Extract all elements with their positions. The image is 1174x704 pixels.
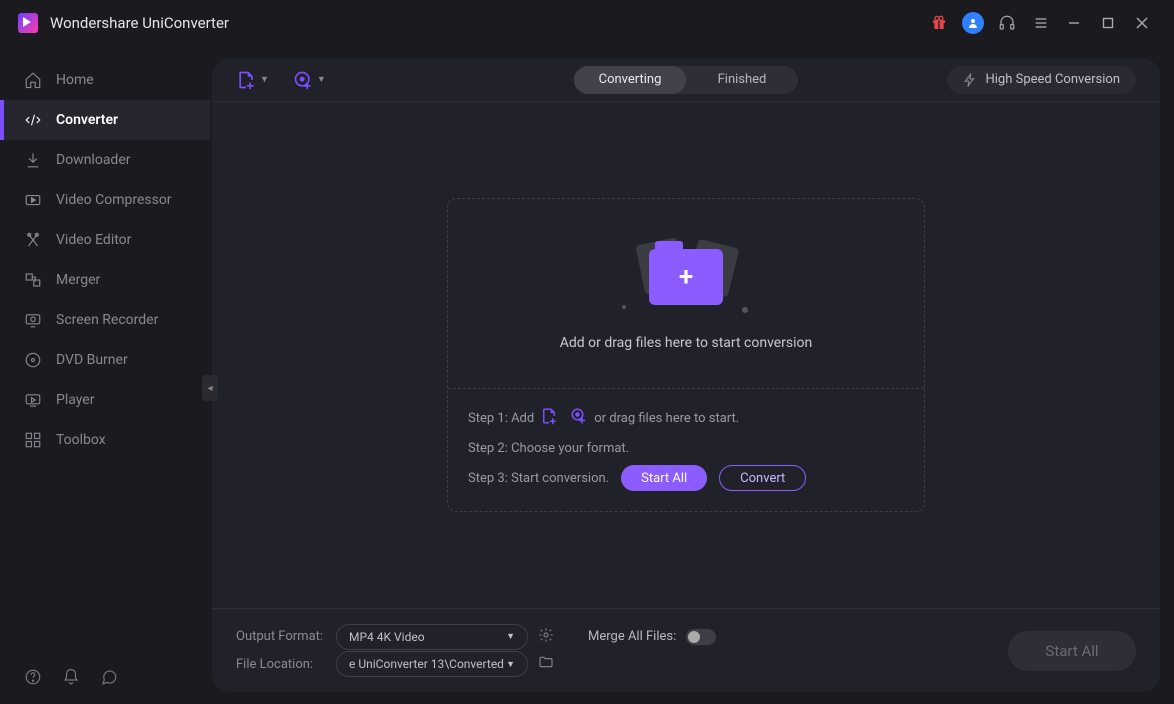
sidebar-item-compressor[interactable]: Video Compressor [0, 180, 210, 220]
sidebar-item-downloader[interactable]: Downloader [0, 140, 210, 180]
chevron-down-icon: ▼ [506, 631, 515, 642]
player-icon [24, 391, 42, 409]
sidebar-item-editor[interactable]: Video Editor [0, 220, 210, 260]
sidebar-item-merger[interactable]: Merger [0, 260, 210, 300]
file-location-label: File Location: [236, 657, 336, 672]
bell-icon[interactable] [62, 668, 80, 690]
open-folder-icon[interactable] [538, 654, 554, 674]
sidebar-item-label: Converter [56, 112, 118, 128]
sidebar-item-label: Home [56, 72, 94, 88]
chevron-down-icon: ▼ [506, 659, 515, 670]
titlebar: Wondershare UniConverter [0, 0, 1174, 46]
status-tabs: Converting Finished [574, 66, 798, 94]
app-title: Wondershare UniConverter [50, 14, 229, 32]
merge-all-files: Merge All Files: [588, 629, 716, 645]
recorder-icon [24, 311, 42, 329]
step-2: Step 2: Choose your format. [468, 433, 904, 463]
editor-icon [24, 231, 42, 249]
add-disc-icon[interactable] [570, 407, 588, 429]
maximize-button[interactable] [1094, 9, 1122, 37]
sidebar-item-label: Screen Recorder [56, 312, 158, 328]
sidebar-footer [24, 668, 118, 690]
high-speed-label: High Speed Conversion [985, 72, 1120, 87]
step-text: or drag files here to start. [594, 411, 739, 426]
step-3: Step 3: Start conversion. Start All Conv… [468, 463, 904, 493]
add-file-icon[interactable] [540, 407, 558, 429]
drop-message: Add or drag files here to start conversi… [560, 335, 813, 351]
output-format-label: Output Format: [236, 629, 336, 644]
sidebar-item-recorder[interactable]: Screen Recorder [0, 300, 210, 340]
toolbar: ▼ ▼ Converting Finished High Speed Conve… [212, 58, 1160, 102]
main-area: ▼ ▼ Converting Finished High Speed Conve… [210, 46, 1174, 704]
user-icon[interactable] [960, 10, 986, 36]
panel: ▼ ▼ Converting Finished High Speed Conve… [212, 58, 1160, 692]
gift-icon[interactable] [926, 10, 952, 36]
convert-button[interactable]: Convert [719, 465, 806, 491]
home-icon [24, 71, 42, 89]
sidebar-item-label: DVD Burner [56, 352, 128, 368]
center-area: + Add or drag files here to start conver… [212, 102, 1160, 608]
file-location-select[interactable]: e UniConverter 13\Converted▼ [336, 651, 528, 677]
bottom-bar: Output Format: MP4 4K Video▼ Merge All F… [212, 608, 1160, 692]
folder-plus-icon: + [626, 237, 746, 317]
sidebar-item-label: Player [56, 392, 94, 408]
sidebar-item-toolbox[interactable]: Toolbox [0, 420, 210, 460]
headset-icon[interactable] [994, 10, 1020, 36]
close-button[interactable] [1128, 9, 1156, 37]
tab-converting[interactable]: Converting [574, 66, 686, 94]
drop-card: + Add or drag files here to start conver… [447, 198, 925, 512]
step-1: Step 1: Add or drag files here to start. [468, 403, 904, 433]
sidebar-item-label: Merger [56, 272, 100, 288]
sidebar-collapse-handle[interactable]: ◂ [202, 375, 218, 401]
dvd-icon [24, 351, 42, 369]
converter-icon [24, 111, 42, 129]
downloader-icon [24, 151, 42, 169]
output-format-select[interactable]: MP4 4K Video▼ [336, 624, 528, 650]
compressor-icon [24, 191, 42, 209]
sidebar-item-label: Video Editor [56, 232, 131, 248]
sidebar-item-dvd[interactable]: DVD Burner [0, 340, 210, 380]
chat-icon[interactable] [100, 668, 118, 690]
tab-finished[interactable]: Finished [686, 66, 798, 94]
step-text: Step 1: Add [468, 411, 534, 426]
steps: Step 1: Add or drag files here to start.… [448, 389, 924, 511]
hamburger-menu-icon[interactable] [1028, 10, 1054, 36]
minimize-button[interactable] [1060, 9, 1088, 37]
sidebar-item-label: Toolbox [56, 432, 106, 448]
chevron-down-icon: ▼ [260, 74, 269, 85]
sidebar-item-label: Downloader [56, 152, 131, 168]
help-icon[interactable] [24, 668, 42, 690]
chevron-down-icon: ▼ [317, 74, 326, 85]
settings-icon[interactable] [538, 627, 554, 647]
sidebar-item-converter[interactable]: Converter [0, 100, 210, 140]
sidebar-item-player[interactable]: Player [0, 380, 210, 420]
drop-zone[interactable]: + Add or drag files here to start conver… [448, 199, 924, 389]
sidebar-item-label: Video Compressor [56, 192, 172, 208]
app-logo [18, 13, 38, 33]
add-disc-button[interactable]: ▼ [293, 70, 326, 90]
high-speed-toggle[interactable]: High Speed Conversion [947, 66, 1136, 94]
toolbox-icon [24, 431, 42, 449]
start-all-button[interactable]: Start All [621, 465, 707, 491]
sidebar-item-home[interactable]: Home [0, 60, 210, 100]
merge-label: Merge All Files: [588, 629, 676, 644]
merge-toggle[interactable] [686, 629, 716, 645]
sidebar: Home Converter Downloader Video Compress… [0, 46, 210, 704]
step-text: Step 3: Start conversion. [468, 471, 609, 486]
start-all-main-button[interactable]: Start All [1008, 631, 1136, 671]
merger-icon [24, 271, 42, 289]
add-file-button[interactable]: ▼ [236, 70, 269, 90]
